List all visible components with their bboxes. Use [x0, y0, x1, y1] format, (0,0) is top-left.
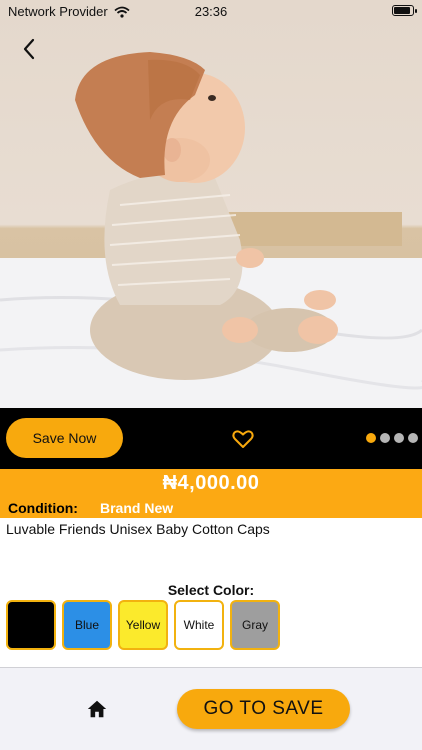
clock: 23:36	[194, 4, 228, 19]
status-bar: Network Provider 23:36	[0, 0, 422, 22]
carousel-dot[interactable]	[394, 433, 404, 443]
color-swatch-blue[interactable]: Blue	[62, 600, 112, 650]
condition-value: Brand New	[100, 500, 174, 516]
carousel-dot[interactable]	[408, 433, 418, 443]
carousel-dot[interactable]	[380, 433, 390, 443]
bottom-bar: GO TO SAVE	[0, 667, 422, 750]
color-swatch-yellow[interactable]: Yellow	[118, 600, 168, 650]
product-image: Network Provider 23:36	[0, 0, 422, 408]
action-bar: Save Now	[0, 408, 422, 469]
product-title: Luvable Friends Unisex Baby Cotton Caps	[6, 521, 270, 537]
battery-icon	[392, 5, 417, 16]
price-bar: ₦4,000.00 Condition: Brand New	[0, 469, 422, 518]
baby-photo	[0, 52, 422, 408]
home-icon[interactable]	[86, 698, 108, 720]
color-swatch-white[interactable]: White	[174, 600, 224, 650]
color-swatches: Blue Yellow White Gray	[6, 600, 280, 650]
go-to-save-button[interactable]: GO TO SAVE	[177, 689, 350, 729]
condition-label: Condition:	[8, 500, 78, 516]
color-swatch-black[interactable]	[6, 600, 56, 650]
save-now-button[interactable]: Save Now	[6, 418, 123, 458]
heart-icon[interactable]	[231, 427, 255, 451]
carousel-dot[interactable]	[366, 433, 376, 443]
carousel-indicator[interactable]	[366, 433, 418, 443]
select-color-heading: Select Color:	[167, 582, 255, 598]
back-button[interactable]	[14, 34, 44, 64]
chevron-left-icon	[23, 38, 35, 60]
color-swatch-gray[interactable]: Gray	[230, 600, 280, 650]
price-label: ₦4,000.00	[162, 472, 260, 494]
